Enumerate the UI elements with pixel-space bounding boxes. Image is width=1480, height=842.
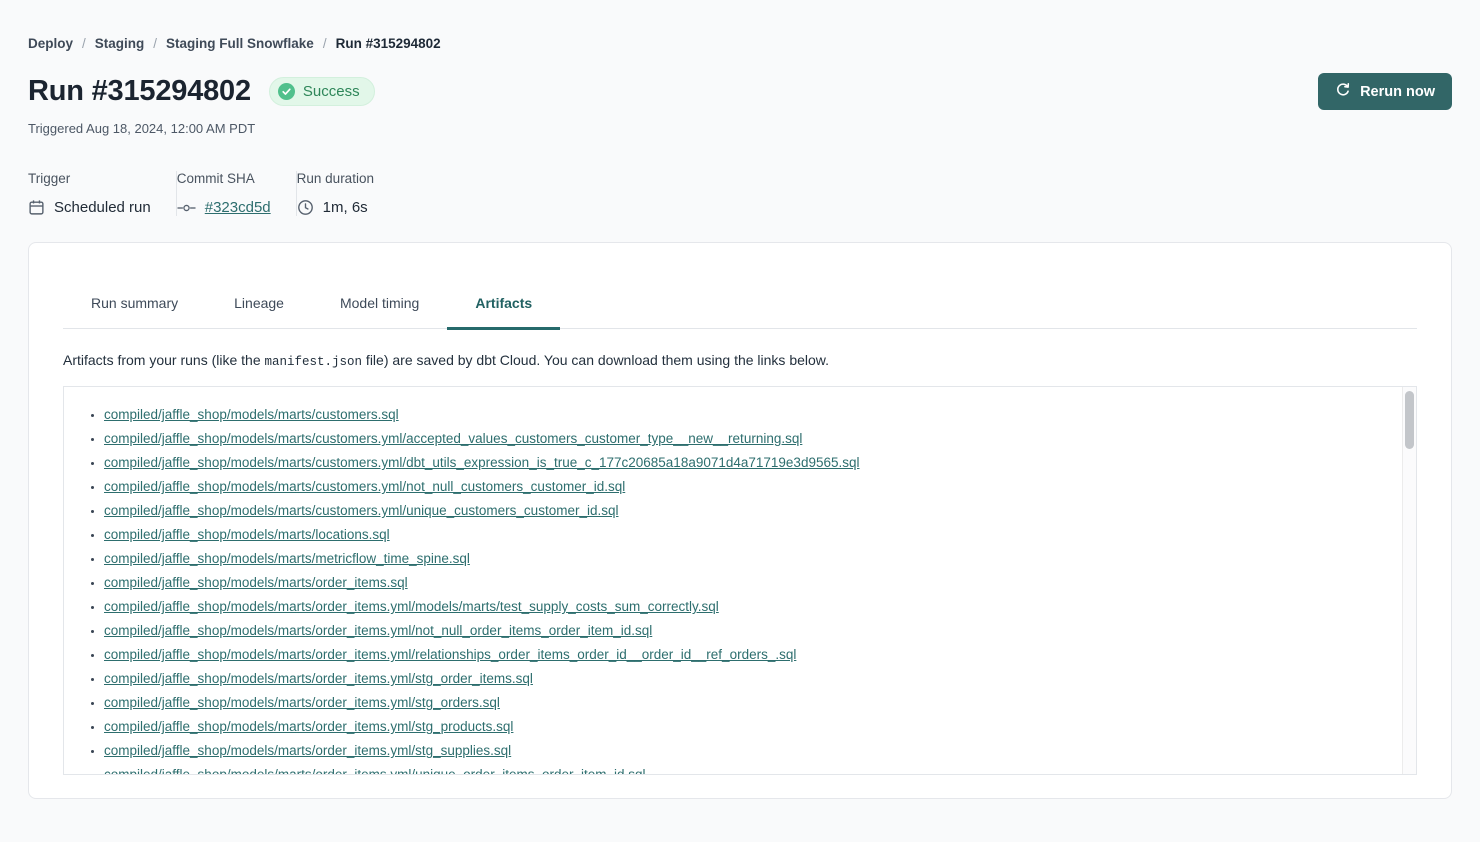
artifact-list-item: compiled/jaffle_shop/models/marts/custom… bbox=[104, 427, 1402, 451]
tab-model-timing[interactable]: Model timing bbox=[312, 293, 447, 330]
meta-duration-value: 1m, 6s bbox=[323, 199, 368, 216]
artifacts-description: Artifacts from your runs (like the manif… bbox=[63, 352, 1417, 369]
tab-bar: Run summary Lineage Model timing Artifac… bbox=[63, 293, 1417, 329]
meta-duration-label: Run duration bbox=[297, 171, 374, 186]
rerun-now-label: Rerun now bbox=[1360, 84, 1435, 100]
artifact-file-link[interactable]: compiled/jaffle_shop/models/marts/custom… bbox=[104, 455, 860, 470]
artifact-list-item: compiled/jaffle_shop/models/marts/order_… bbox=[104, 571, 1402, 595]
artifact-file-link[interactable]: compiled/jaffle_shop/models/marts/locati… bbox=[104, 527, 390, 542]
artifact-list-item: compiled/jaffle_shop/models/marts/order_… bbox=[104, 715, 1402, 739]
artifact-list-item: compiled/jaffle_shop/models/marts/custom… bbox=[104, 403, 1402, 427]
artifact-file-link[interactable]: compiled/jaffle_shop/models/marts/custom… bbox=[104, 503, 618, 518]
breadcrumb-staging-full-snowflake[interactable]: Staging Full Snowflake bbox=[166, 36, 314, 51]
tab-artifacts[interactable]: Artifacts bbox=[447, 293, 560, 330]
success-check-icon bbox=[278, 83, 295, 100]
breadcrumb-current-run: Run #315294802 bbox=[336, 36, 441, 51]
meta-commit-sha: Commit SHA #323cd5d bbox=[177, 171, 296, 216]
calendar-icon bbox=[28, 199, 45, 216]
page-title: Run #315294802 bbox=[28, 75, 251, 108]
artifact-file-link[interactable]: compiled/jaffle_shop/models/marts/order_… bbox=[104, 743, 511, 758]
artifact-file-link[interactable]: compiled/jaffle_shop/models/marts/order_… bbox=[104, 599, 719, 614]
run-detail-page: Deploy / Staging / Staging Full Snowflak… bbox=[0, 0, 1480, 799]
scrollbar-track[interactable] bbox=[1402, 387, 1416, 774]
artifact-list-item: compiled/jaffle_shop/models/marts/order_… bbox=[104, 595, 1402, 619]
rerun-refresh-icon bbox=[1335, 82, 1351, 102]
artifact-file-link[interactable]: compiled/jaffle_shop/models/marts/custom… bbox=[104, 479, 625, 494]
tab-lineage[interactable]: Lineage bbox=[206, 293, 312, 330]
artifact-list-item: compiled/jaffle_shop/models/marts/order_… bbox=[104, 667, 1402, 691]
artifact-list-item: compiled/jaffle_shop/models/marts/order_… bbox=[104, 739, 1402, 763]
tab-run-summary[interactable]: Run summary bbox=[63, 293, 206, 330]
artifact-list-item: compiled/jaffle_shop/models/marts/metric… bbox=[104, 547, 1402, 571]
artifact-list-item: compiled/jaffle_shop/models/marts/order_… bbox=[104, 619, 1402, 643]
scrollbar-thumb[interactable] bbox=[1405, 391, 1414, 449]
artifact-file-list-container: compiled/jaffle_shop/models/marts/custom… bbox=[63, 386, 1417, 775]
status-badge-label: Success bbox=[303, 83, 360, 100]
header: Run #315294802 Success Rerun now bbox=[28, 73, 1452, 110]
run-detail-card: Run summary Lineage Model timing Artifac… bbox=[28, 242, 1452, 799]
meta-run-duration: Run duration 1m, 6s bbox=[297, 171, 399, 216]
run-meta-row: Trigger Scheduled run Commit SHA bbox=[28, 171, 1452, 216]
meta-trigger-label: Trigger bbox=[28, 171, 151, 186]
status-badge: Success bbox=[269, 77, 375, 106]
commit-icon bbox=[177, 202, 196, 214]
meta-trigger: Trigger Scheduled run bbox=[28, 171, 176, 216]
breadcrumb-separator: / bbox=[153, 36, 157, 51]
artifact-file-link[interactable]: compiled/jaffle_shop/models/marts/custom… bbox=[104, 431, 802, 446]
artifact-list-item: compiled/jaffle_shop/models/marts/custom… bbox=[104, 475, 1402, 499]
artifact-file-link[interactable]: compiled/jaffle_shop/models/marts/order_… bbox=[104, 695, 500, 710]
triggered-timestamp: Triggered Aug 18, 2024, 12:00 AM PDT bbox=[28, 121, 1452, 136]
artifact-list-item: compiled/jaffle_shop/models/marts/order_… bbox=[104, 691, 1402, 715]
breadcrumb-separator: / bbox=[323, 36, 327, 51]
meta-trigger-value: Scheduled run bbox=[54, 199, 151, 216]
artifact-file-link[interactable]: compiled/jaffle_shop/models/marts/custom… bbox=[104, 407, 399, 422]
breadcrumb-separator: / bbox=[82, 36, 86, 51]
clock-icon bbox=[297, 199, 314, 216]
artifact-list-item: compiled/jaffle_shop/models/marts/order_… bbox=[104, 643, 1402, 667]
artifact-list-item: compiled/jaffle_shop/models/marts/order_… bbox=[104, 763, 1402, 774]
breadcrumb-deploy[interactable]: Deploy bbox=[28, 36, 73, 51]
artifact-file-link[interactable]: compiled/jaffle_shop/models/marts/order_… bbox=[104, 719, 513, 734]
artifact-file-link[interactable]: compiled/jaffle_shop/models/marts/order_… bbox=[104, 647, 796, 662]
meta-commit-label: Commit SHA bbox=[177, 171, 271, 186]
artifact-file-link[interactable]: compiled/jaffle_shop/models/marts/order_… bbox=[104, 671, 533, 686]
artifact-list-item: compiled/jaffle_shop/models/marts/locati… bbox=[104, 523, 1402, 547]
rerun-now-button[interactable]: Rerun now bbox=[1318, 73, 1452, 110]
artifact-file-link[interactable]: compiled/jaffle_shop/models/marts/order_… bbox=[104, 623, 652, 638]
commit-sha-link[interactable]: #323cd5d bbox=[205, 199, 271, 216]
artifact-file-link[interactable]: compiled/jaffle_shop/models/marts/metric… bbox=[104, 551, 470, 566]
breadcrumb: Deploy / Staging / Staging Full Snowflak… bbox=[28, 0, 1452, 51]
artifact-list-item: compiled/jaffle_shop/models/marts/custom… bbox=[104, 451, 1402, 475]
artifact-file-link[interactable]: compiled/jaffle_shop/models/marts/order_… bbox=[104, 767, 646, 774]
artifact-list: compiled/jaffle_shop/models/marts/custom… bbox=[64, 403, 1402, 774]
manifest-json-code: manifest.json bbox=[265, 355, 363, 369]
artifact-list-item: compiled/jaffle_shop/models/marts/custom… bbox=[104, 499, 1402, 523]
breadcrumb-staging[interactable]: Staging bbox=[95, 36, 145, 51]
artifact-file-link[interactable]: compiled/jaffle_shop/models/marts/order_… bbox=[104, 575, 408, 590]
